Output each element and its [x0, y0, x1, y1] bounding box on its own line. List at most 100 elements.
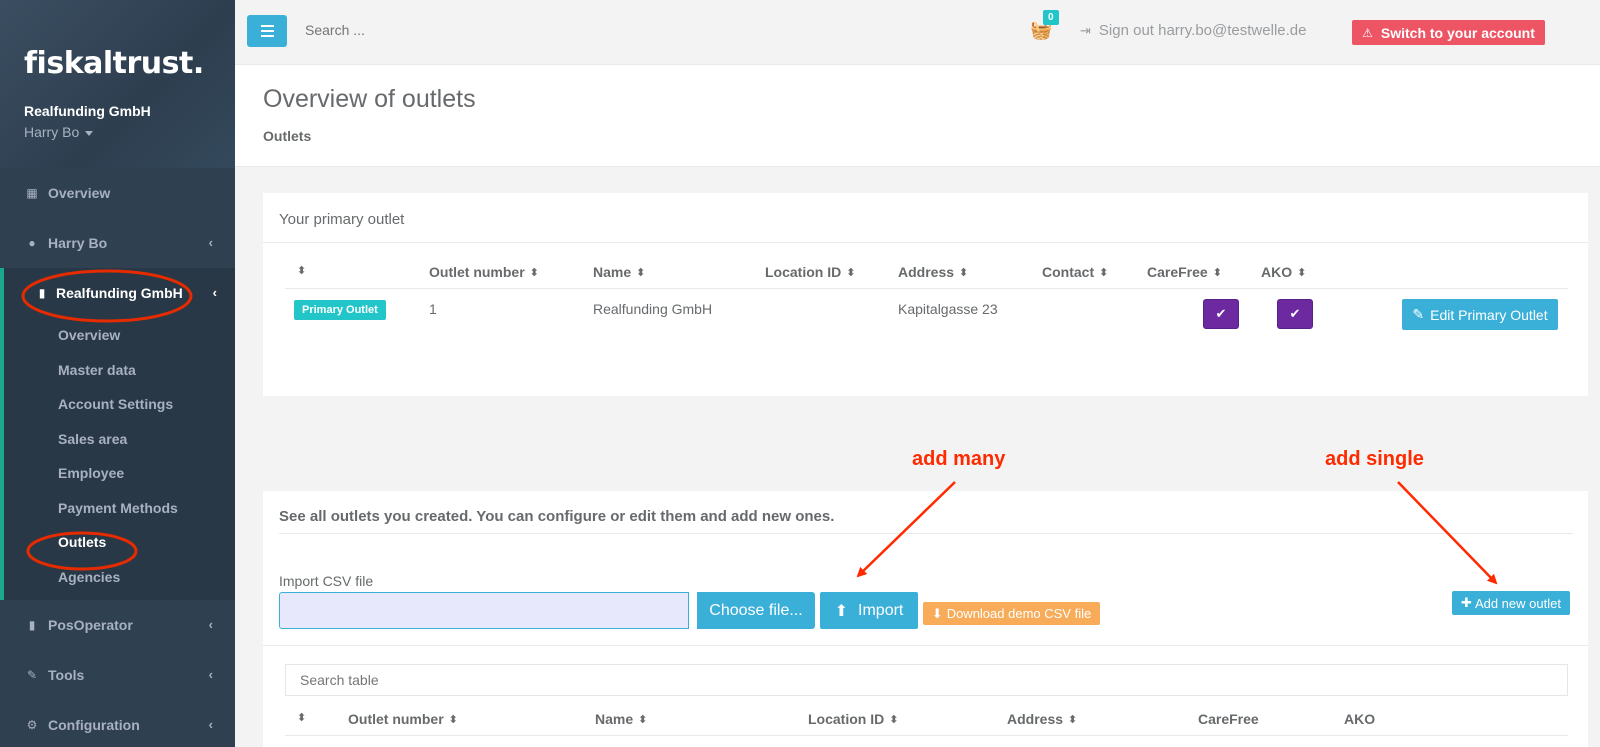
column-header-address[interactable]: Address ⬍: [1007, 711, 1077, 727]
column-label: Location ID: [765, 264, 842, 280]
ako-checkbox[interactable]: ✔: [1277, 299, 1313, 329]
logo: fiskaltrust.: [24, 46, 204, 81]
annotation-add-single: add single: [1325, 448, 1424, 470]
sort-icon: ⬍: [959, 266, 969, 279]
choose-file-button[interactable]: Choose file...: [697, 592, 815, 629]
table-header: ⬍ Outlet number ⬍ Name ⬍ Location ID ⬍ Addr…: [285, 259, 1568, 289]
sidebar-subitem-overview[interactable]: Overview: [24, 318, 235, 353]
sidebar-subitem-sales-area[interactable]: Sales area: [24, 422, 235, 457]
column-header-address[interactable]: Address ⬍: [898, 264, 968, 280]
sidebar-subitem-payment-methods[interactable]: Payment Methods: [24, 491, 235, 526]
sidebar-item-posoperator[interactable]: ▮ PosOperator ‹: [0, 600, 235, 650]
page-heading: Overview of outlets Outlets: [235, 65, 1600, 167]
plus-icon: ✚: [1461, 595, 1472, 610]
sidebar-subitem-account-settings[interactable]: Account Settings: [24, 387, 235, 422]
column-header-ako[interactable]: AKO: [1344, 711, 1375, 727]
sidebar-subitem-outlets[interactable]: Outlets: [24, 525, 235, 560]
column-label: CareFree: [1147, 264, 1208, 280]
topbar: 🧺 0 ⇥ Sign out harry.bo@testwelle.de ⚠ S…: [235, 0, 1600, 65]
sidebar-subitem-master-data[interactable]: Master data: [24, 353, 235, 388]
building-icon: ▮: [38, 286, 46, 300]
column-header-outlet-number[interactable]: Outlet number ⬍: [429, 264, 539, 280]
column-label: Address: [898, 264, 955, 280]
chevron-left-icon: ‹: [208, 667, 213, 682]
column-label: AKO: [1261, 264, 1293, 280]
warning-icon: ⚠: [1362, 25, 1373, 40]
sort-column-header[interactable]: ⬍: [297, 264, 306, 277]
column-header-ako[interactable]: AKO ⬍: [1261, 264, 1306, 280]
divider: [279, 533, 1573, 534]
sidebar-item-label: Realfunding GmbH: [56, 285, 183, 301]
column-header-contact[interactable]: Contact ⬍: [1042, 264, 1108, 280]
user-name: Harry Bo: [24, 124, 80, 140]
sidebar-item-label: Tools: [48, 667, 85, 683]
download-demo-csv-button[interactable]: ⬇ Download demo CSV file: [923, 602, 1100, 625]
sort-icon: ⬍: [1068, 713, 1078, 726]
demo-label: Download demo CSV file: [946, 606, 1092, 621]
hamburger-icon-line: [260, 35, 274, 37]
sidebar-item-company-toggle[interactable]: ▮ Realfunding GmbH ‹: [24, 268, 235, 318]
signout-link[interactable]: ⇥ Sign out harry.bo@testwelle.de: [1080, 22, 1306, 39]
sidebar-item-company: ▮ Realfunding GmbH ‹ Overview Master dat…: [0, 268, 235, 600]
sidebar-item-configuration[interactable]: ⚙ Configuration ‹: [0, 700, 235, 747]
chevron-left-icon: ‹: [212, 285, 217, 300]
sidebar-item-tools[interactable]: ✎ Tools ‹: [0, 650, 235, 700]
column-label: AKO: [1344, 711, 1376, 727]
sidebar-item-overview[interactable]: ▦ Overview: [0, 168, 235, 218]
primary-outlet-badge: Primary Outlet: [294, 300, 386, 320]
sidebar-subitem-agencies[interactable]: Agencies: [24, 560, 235, 595]
menu-toggle-button[interactable]: [247, 15, 287, 47]
check-icon: ✔: [1215, 306, 1227, 321]
divider: [263, 645, 1588, 646]
column-header-location-id[interactable]: Location ID ⬍: [765, 264, 855, 280]
panel-description: See all outlets you created. You can con…: [279, 508, 835, 525]
sort-icon: ⬍: [297, 265, 307, 277]
column-header-outlet-number[interactable]: Outlet number ⬍: [348, 711, 458, 727]
sort-icon: ⬍: [1212, 266, 1222, 279]
pencil-icon: ✎: [1412, 306, 1425, 322]
edit-primary-outlet-button[interactable]: ✎ Edit Primary Outlet: [1402, 299, 1558, 330]
sidebar-header: fiskaltrust. Realfunding GmbH Harry Bo: [0, 0, 235, 168]
hamburger-icon-line: [260, 30, 274, 32]
column-label: Name: [595, 711, 634, 727]
edit-label: Edit Primary Outlet: [1430, 306, 1548, 323]
signout-label: Sign out harry.bo@testwelle.de: [1098, 22, 1307, 39]
sort-icon: ⬍: [1099, 266, 1109, 279]
page-title: Overview of outlets: [263, 85, 476, 113]
column-label: CareFree: [1198, 711, 1259, 727]
column-header-carefree[interactable]: CareFree: [1198, 711, 1259, 727]
column-header-location-id[interactable]: Location ID ⬍: [808, 711, 898, 727]
sidebar-item-user[interactable]: ● Harry Bo ‹: [0, 218, 235, 268]
cell-address: Kapitalgasse 23: [898, 301, 998, 317]
user-menu[interactable]: Harry Bo: [24, 124, 235, 140]
carefree-checkbox[interactable]: ✔: [1203, 299, 1239, 329]
column-label: Address: [1007, 711, 1064, 727]
column-header-carefree[interactable]: CareFree ⬍: [1147, 264, 1222, 280]
column-header-name[interactable]: Name ⬍: [595, 711, 647, 727]
add-new-outlet-button[interactable]: ✚ Add new outlet: [1452, 591, 1570, 615]
csv-file-input[interactable]: [279, 592, 689, 629]
company-name: Realfunding GmbH: [24, 103, 151, 119]
chevron-left-icon: ‹: [208, 717, 213, 732]
cell-outlet-number: 1: [429, 301, 437, 317]
column-label: Contact: [1042, 264, 1095, 280]
add-label: Add new outlet: [1474, 595, 1561, 611]
column-label: Outlet number: [348, 711, 444, 727]
breadcrumb: Outlets: [263, 128, 312, 144]
switch-account-button[interactable]: ⚠ Switch to your account: [1352, 20, 1545, 45]
hamburger-icon: [260, 25, 274, 27]
building-icon: ▮: [28, 618, 36, 632]
sidebar: fiskaltrust. Realfunding GmbH Harry Bo ▦…: [0, 0, 235, 747]
sign-out-icon: ⇥: [1080, 22, 1091, 38]
sidebar-subitem-employee[interactable]: Employee: [24, 456, 235, 491]
panel-title: Your primary outlet: [263, 193, 1588, 243]
sort-column-header[interactable]: ⬍: [297, 711, 306, 724]
sidebar-item-label: PosOperator: [48, 617, 133, 633]
column-header-name[interactable]: Name ⬍: [593, 264, 645, 280]
table-search-input[interactable]: [285, 664, 1568, 696]
check-icon: ✔: [1289, 306, 1301, 321]
search-input[interactable]: [305, 22, 605, 38]
caret-down-icon: [85, 130, 94, 136]
column-label: Location ID: [808, 711, 885, 727]
import-button[interactable]: ⬆ Import: [820, 592, 918, 629]
